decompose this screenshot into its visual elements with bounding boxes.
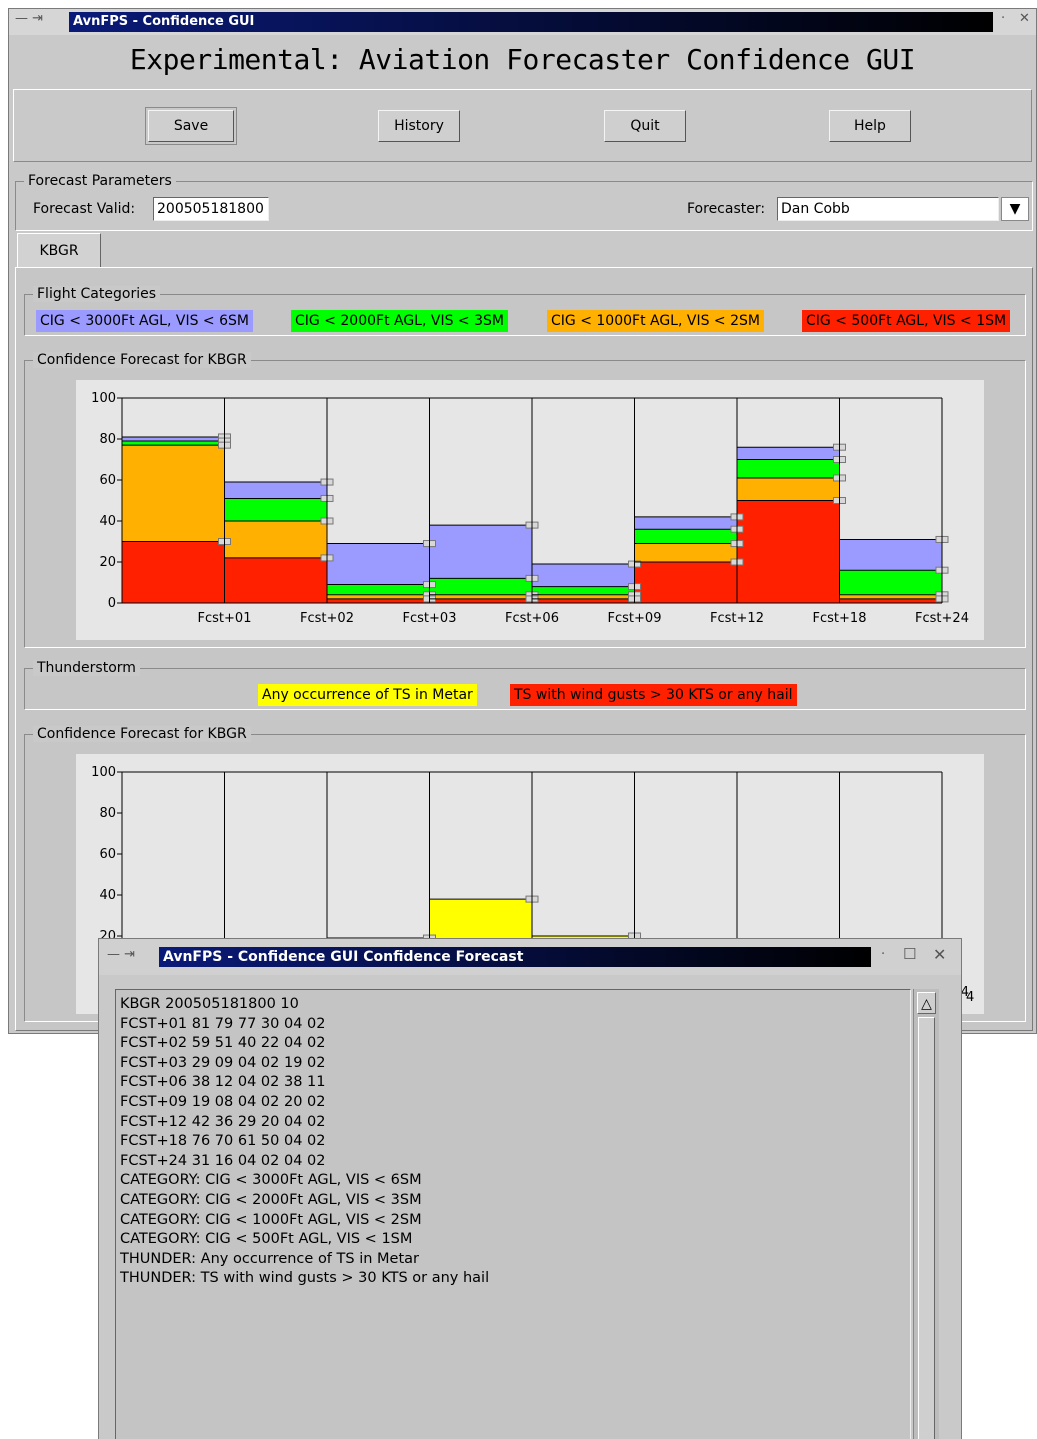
- popup-window-title: AvnFPS - Confidence GUI Confidence Forec…: [159, 947, 871, 967]
- forecast-text-line: THUNDER: Any occurrence of TS in Metar: [120, 1250, 419, 1267]
- forecast-text-line: CATEGORY: CIG < 2000Ft AGL, VIS < 3SM: [120, 1191, 422, 1208]
- forecast-text-line: FCST+01 81 79 77 30 04 02: [120, 1015, 326, 1032]
- confidence-label-2: Confidence Forecast for KBGR: [33, 726, 251, 742]
- close-icon[interactable]: ✕: [1019, 11, 1030, 26]
- confidence-label-1: Confidence Forecast for KBGR: [33, 352, 251, 368]
- x-tick-label: Fcst+02: [300, 611, 354, 626]
- bar-4-Fcst+24: [839, 598, 942, 603]
- tab-kbgr[interactable]: KBGR: [17, 233, 101, 269]
- dropdown-arrow-icon[interactable]: ▼: [1001, 197, 1029, 221]
- popup-close-icon[interactable]: ✕: [933, 945, 946, 964]
- legend-cat-4[interactable]: CIG < 500Ft AGL, VIS < 1SM: [802, 310, 1011, 332]
- y-tick-label: 80: [99, 806, 116, 821]
- forecast-text-line: CATEGORY: CIG < 3000Ft AGL, VIS < 6SM: [120, 1172, 422, 1189]
- popup-title-bar[interactable]: — ⇥ AvnFPS - Confidence GUI Confidence F…: [99, 939, 961, 975]
- popup-minimize-icon[interactable]: ·: [881, 947, 885, 962]
- y-tick-label: 100: [91, 391, 116, 406]
- forecast-text-line: THUNDER: TS with wind gusts > 30 KTS or …: [120, 1270, 490, 1287]
- save-button[interactable]: Save: [145, 107, 237, 145]
- x-tick-label: Fcst+12: [710, 611, 764, 626]
- forecast-text-window: — ⇥ AvnFPS - Confidence GUI Confidence F…: [98, 938, 962, 1439]
- forecast-text-line: CATEGORY: CIG < 1000Ft AGL, VIS < 2SM: [120, 1211, 422, 1228]
- confidence-gui-window: — ⇥ AvnFPS - Confidence GUI · ✕ Experime…: [8, 8, 1037, 1034]
- forecast-text-line: FCST+03 29 09 04 02 19 02: [120, 1054, 326, 1071]
- popup-window-menu-icon[interactable]: — ⇥: [107, 947, 135, 962]
- y-tick-label: 40: [99, 888, 116, 903]
- scrollbar-thumb[interactable]: [918, 1017, 935, 1439]
- thunderstorm-label: Thunderstorm: [33, 660, 140, 676]
- forecaster-label: Forecaster:: [687, 201, 766, 217]
- y-tick-label: 20: [99, 555, 116, 570]
- flight-category-chart: 0 20 40 60 80 100 Fcst+01 Fcst+02 Fcst+03 Fcst+06…: [76, 380, 984, 640]
- forecast-text-line: FCST+06 38 12 04 02 38 11: [120, 1074, 326, 1091]
- bar-4-Fcst+03: [327, 598, 430, 603]
- flight-categories-label: Flight Categories: [33, 286, 160, 302]
- y-tick-label: 0: [108, 596, 116, 611]
- x-tick-label: Fcst+18: [813, 611, 867, 626]
- legend-ts-1[interactable]: Any occurrence of TS in Metar: [258, 684, 477, 706]
- window-title: AvnFPS - Confidence GUI: [69, 12, 993, 32]
- x-tick-label: Fcst+09: [608, 611, 662, 626]
- flight-category-chart-svg[interactable]: 0 20 40 60 80 100 Fcst+01 Fcst+02 Fcst+03 Fcst+06…: [76, 380, 984, 640]
- bar-4-Fcst+01: [122, 541, 225, 603]
- x-tick-label: Fcst+03: [403, 611, 457, 626]
- forecast-text-line: FCST+09 19 08 04 02 20 02: [120, 1093, 326, 1110]
- y-tick-label: 60: [99, 473, 116, 488]
- minimize-icon[interactable]: ·: [1001, 11, 1005, 26]
- bar-4-Fcst+09: [532, 598, 635, 603]
- forecast-parameters-label: Forecast Parameters: [24, 173, 176, 189]
- y-tick-label: 80: [99, 432, 116, 447]
- forecast-text-line: CATEGORY: CIG < 500Ft AGL, VIS < 1SM: [120, 1231, 413, 1248]
- legend-cat-1[interactable]: CIG < 3000Ft AGL, VIS < 6SM: [36, 310, 253, 332]
- popup-maximize-icon[interactable]: ☐: [903, 945, 916, 963]
- x-tick-label: Fcst+24: [915, 611, 969, 626]
- bar-4-Fcst+12: [634, 562, 737, 603]
- forecast-text-line: FCST+24 31 16 04 02 04 02: [120, 1152, 326, 1169]
- forecast-text-line: FCST+18 76 70 61 50 04 02: [120, 1133, 326, 1150]
- vertical-scrollbar[interactable]: △: [913, 989, 939, 1439]
- scroll-up-arrow-icon[interactable]: △: [917, 992, 936, 1014]
- y-tick-label: 60: [99, 847, 116, 862]
- forecast-text-area[interactable]: KBGR 200505181800 10 FCST+01 81 79 77 30 …: [115, 989, 911, 1439]
- tab-content: Flight Categories CIG < 3000Ft AGL, VIS …: [15, 267, 1033, 1031]
- forecast-valid-label: Forecast Valid:: [33, 201, 136, 217]
- history-button[interactable]: History: [378, 110, 460, 142]
- help-button[interactable]: Help: [829, 110, 911, 142]
- forecast-text-line: FCST+12 42 36 29 20 04 02: [120, 1113, 326, 1130]
- forecaster-field[interactable]: Dan Cobb: [777, 197, 999, 221]
- y-tick-label: 40: [99, 514, 116, 529]
- window-menu-icon[interactable]: — ⇥: [15, 11, 43, 26]
- title-bar[interactable]: — ⇥ AvnFPS - Confidence GUI · ✕: [9, 9, 1036, 35]
- tab-strip: KBGR: [17, 233, 1033, 269]
- legend-cat-3[interactable]: CIG < 1000Ft AGL, VIS < 2SM: [547, 310, 764, 332]
- y-tick-label: 100: [91, 765, 116, 780]
- x-tick-label: Fcst+01: [198, 611, 252, 626]
- forecast-text-line: FCST+02 59 51 40 22 04 02: [120, 1035, 326, 1052]
- legend-cat-2[interactable]: CIG < 2000Ft AGL, VIS < 3SM: [291, 310, 508, 332]
- bar-4-Fcst+02: [224, 557, 327, 603]
- bar-4-Fcst+06: [429, 598, 532, 603]
- legend-ts-2[interactable]: TS with wind gusts > 30 KTS or any hail: [510, 684, 797, 706]
- forecast-text-line: KBGR 200505181800 10: [120, 996, 299, 1012]
- partial-tick-label: 4: [966, 990, 975, 1005]
- quit-button[interactable]: Quit: [604, 110, 686, 142]
- page-title: Experimental: Aviation Forecaster Confid…: [129, 43, 916, 76]
- bar-4-Fcst+18: [737, 500, 840, 603]
- toolbar: Save History Quit Help: [13, 89, 1032, 162]
- x-tick-label: Fcst+06: [505, 611, 559, 626]
- forecast-valid-input[interactable]: 200505181800: [153, 197, 269, 221]
